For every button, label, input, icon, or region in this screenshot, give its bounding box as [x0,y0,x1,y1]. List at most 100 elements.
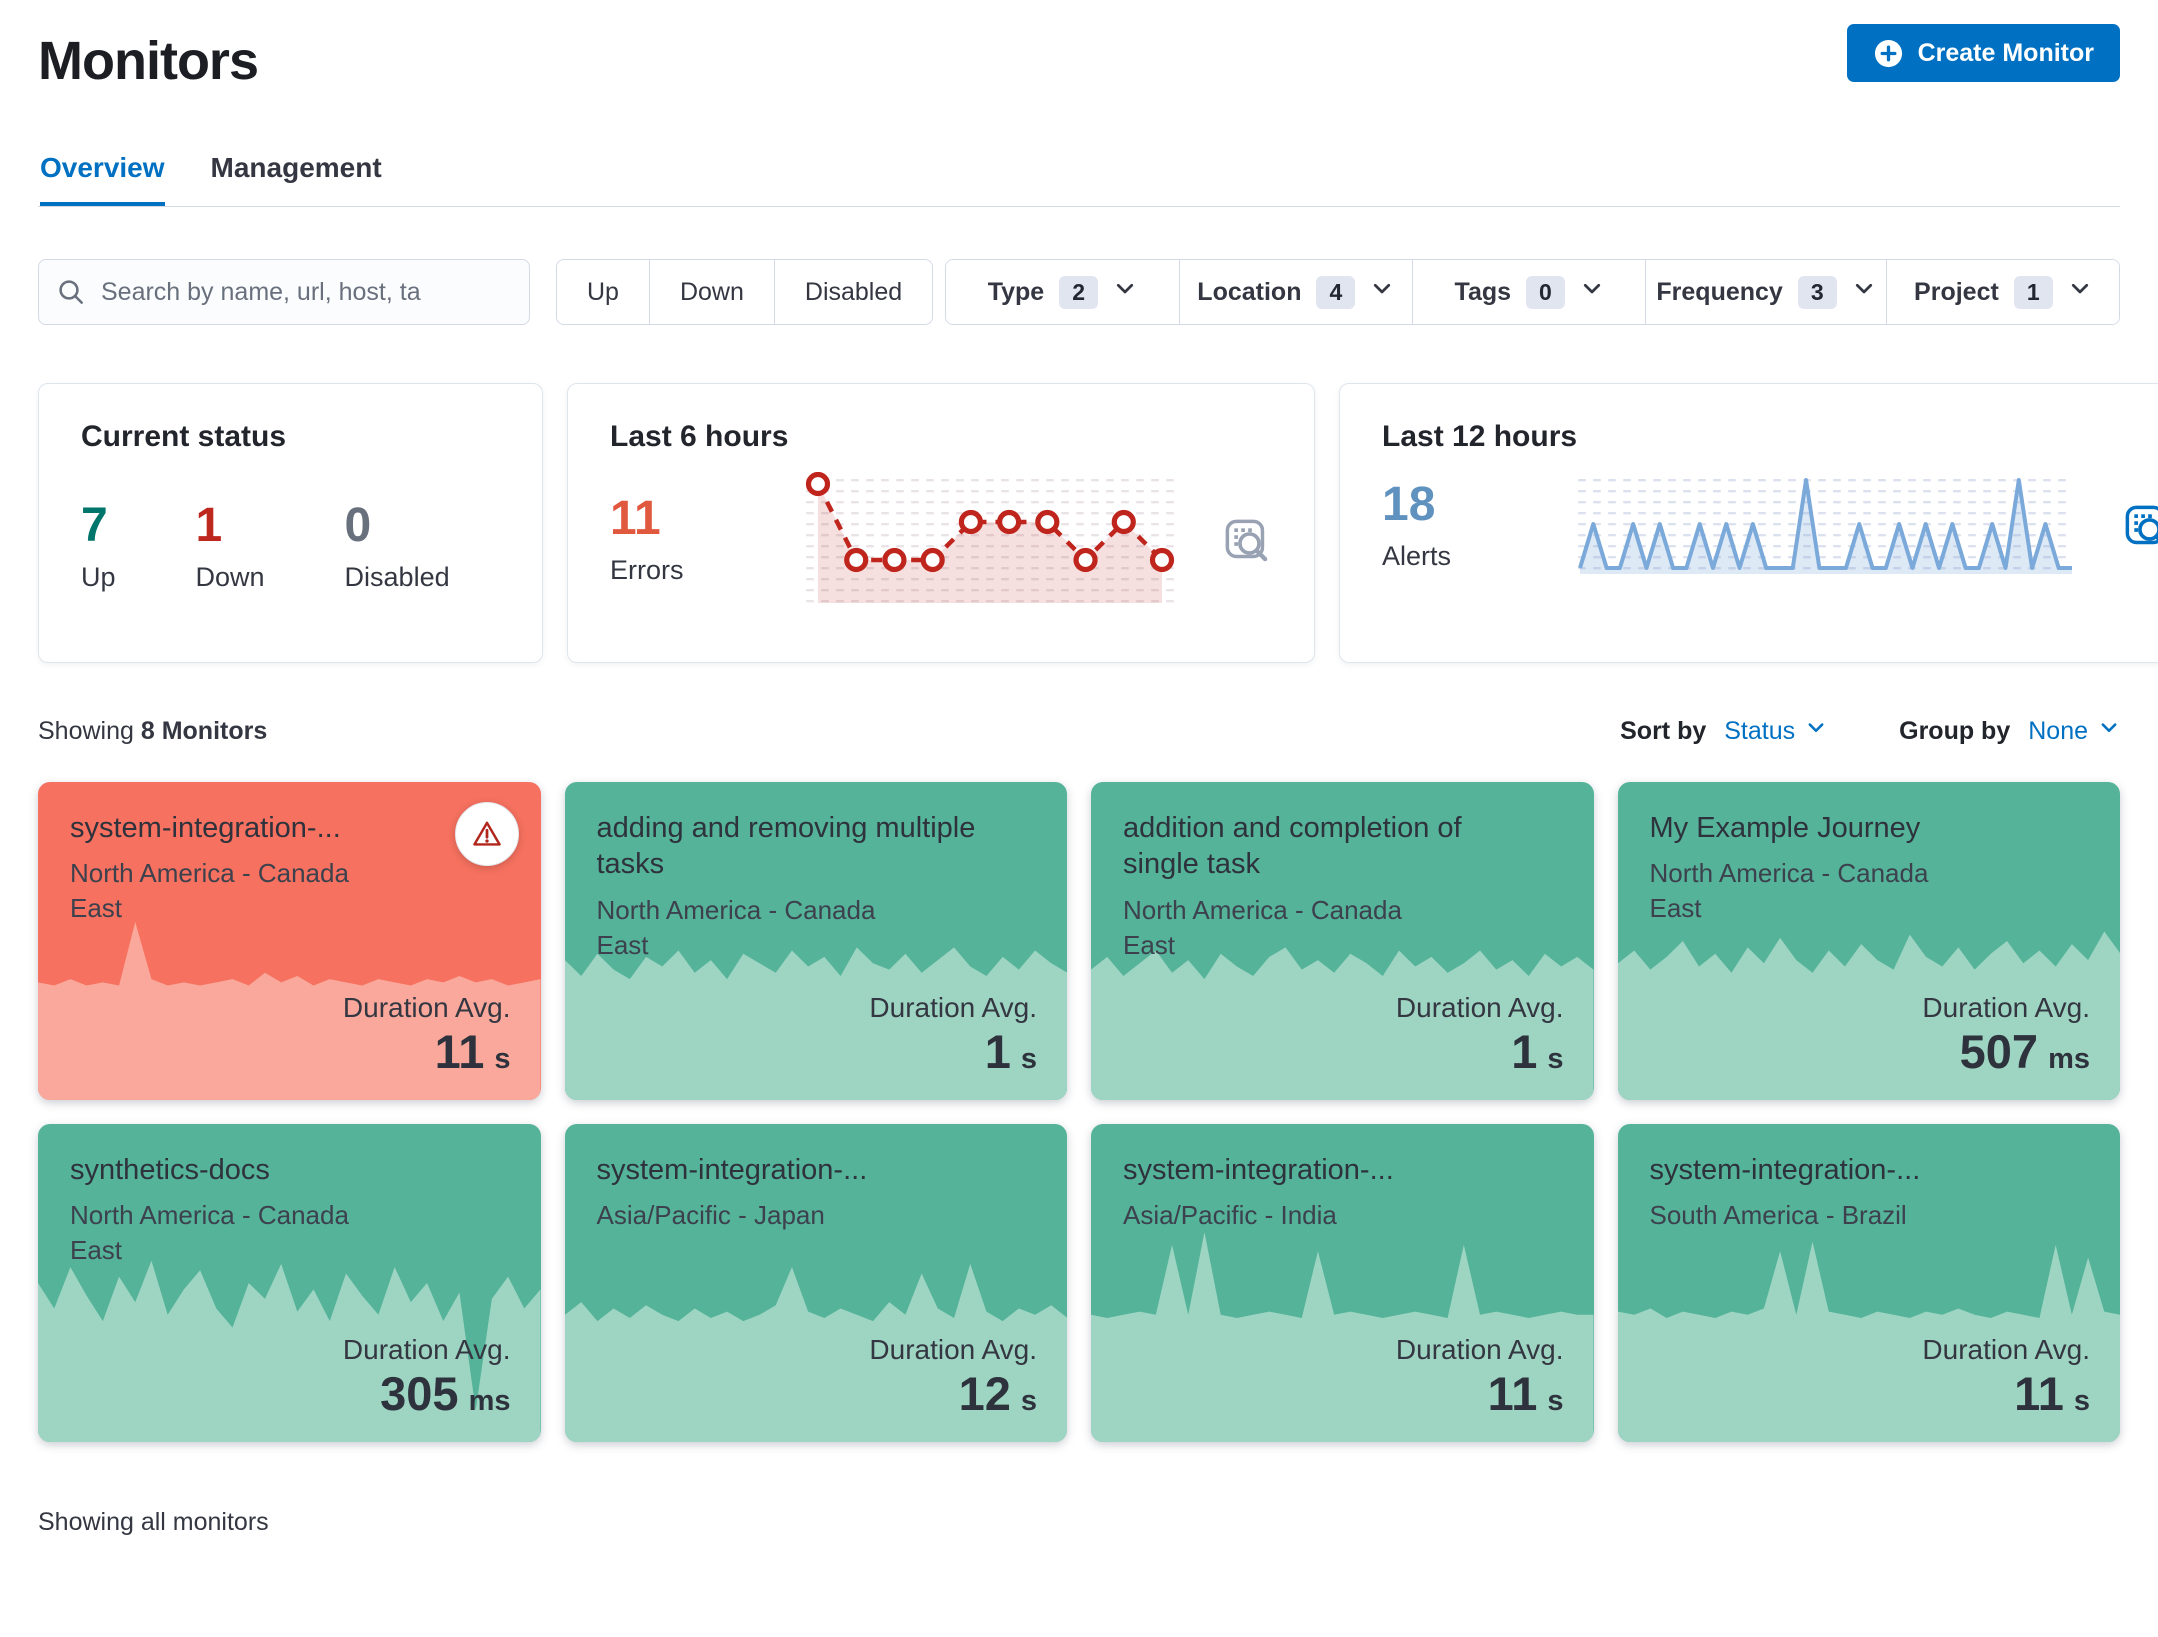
sort-by-value: Status [1724,717,1795,746]
chevron-down-icon [2098,717,2120,746]
last-6-hours-title: Last 6 hours [610,420,1272,454]
stat-disabled: 0 Disabled [345,502,450,593]
stat-down-value: 1 [196,502,265,550]
last-12-hours-title: Last 12 hours [1382,420,2158,454]
duration-value: 11 s [1922,1370,2090,1418]
duration-unit: s [1547,1043,1563,1076]
monitor-title: My Example Journey [1650,810,2053,846]
stat-up-value: 7 [81,502,116,550]
inspect-icon[interactable] [2120,500,2158,552]
filter-tags-count-badge: 0 [1526,276,1565,309]
last-12-hours-body: 18 Alerts [1382,472,2158,580]
monitor-title: system-integration-... [70,810,473,846]
monitor-location: North America - Canada East [70,856,377,926]
showing-count: Showing 8 Monitors [38,717,267,746]
duration-number: 1 [985,1028,1011,1075]
errors-value: 11 [610,495,760,543]
duration-number: 1 [1511,1028,1537,1075]
duration-value: 11 s [1396,1370,1564,1418]
filter-type-label: Type [988,278,1045,307]
search-input[interactable] [99,277,513,308]
duration-number: 305 [380,1370,458,1417]
filter-location-count-badge: 4 [1316,276,1355,309]
monitor-card[interactable]: system-integration-... South America - B… [1618,1124,2121,1442]
summary-row: Current status 7 Up 1 Down 0 Disabled La… [38,383,2120,663]
filter-project-button[interactable]: Project 1 [1886,260,2119,324]
duration-unit: ms [469,1385,511,1418]
monitor-location: Asia/Pacific - Japan [597,1198,904,1233]
stat-disabled-value: 0 [345,502,450,550]
filter-project-label: Project [1914,278,1999,307]
chevron-down-icon [1805,717,1827,746]
list-controls: Sort by Status Group by None [1620,717,2120,746]
monitor-card[interactable]: system-integration-... Asia/Pacific - In… [1091,1124,1594,1442]
filter-type-button[interactable]: Type 2 [946,260,1178,324]
monitors-page: Monitors Create Monitor Overview Managem… [0,0,2158,1637]
monitor-location: North America - Canada East [70,1198,377,1268]
chevron-down-icon [2068,277,2092,308]
duration-label: Duration Avg. [343,1334,511,1366]
sort-by-select[interactable]: Status [1724,717,1827,746]
duration-block: Duration Avg. 12 s [869,1334,1037,1418]
filter-frequency-button[interactable]: Frequency 3 [1645,260,1885,324]
duration-value: 1 s [869,1028,1037,1076]
tab-management[interactable]: Management [211,152,382,206]
tabs: Overview Management [38,152,2120,207]
duration-block: Duration Avg. 507 ms [1922,992,2090,1076]
chevron-down-icon [1113,277,1137,308]
inspect-icon[interactable] [1220,514,1272,566]
last-6-hours-body: 11 Errors [610,472,1272,608]
down-warning-badge [455,802,519,866]
filter-tags-button[interactable]: Tags 0 [1412,260,1645,324]
monitor-location: Asia/Pacific - India [1123,1198,1430,1233]
tab-overview[interactable]: Overview [40,152,165,206]
alerts-label: Alerts [1382,541,1532,572]
group-by-value: None [2028,717,2088,746]
duration-block: Duration Avg. 11 s [1922,1334,2090,1418]
errors-sparkline-chart [804,472,1176,608]
duration-unit: ms [2048,1043,2090,1076]
filter-disabled-button[interactable]: Disabled [774,260,932,324]
duration-label: Duration Avg. [1922,992,2090,1024]
last-6-hours-card: Last 6 hours 11 Errors [567,383,1315,663]
monitor-card[interactable]: My Example Journey North America - Canad… [1618,782,2121,1100]
alerts-value: 18 [1382,481,1532,529]
filter-down-button[interactable]: Down [649,260,774,324]
monitor-location: North America - Canada East [1123,893,1430,963]
create-monitor-button[interactable]: Create Monitor [1847,24,2120,82]
status-filter-group: Up Down Disabled [556,259,933,325]
duration-label: Duration Avg. [1396,1334,1564,1366]
duration-label: Duration Avg. [1922,1334,2090,1366]
monitor-title: system-integration-... [1650,1152,2053,1188]
monitor-location: North America - Canada East [597,893,904,963]
filter-up-button[interactable]: Up [557,260,649,324]
duration-unit: s [2074,1385,2090,1418]
plus-in-circle-icon [1873,38,1904,69]
monitor-card[interactable]: addition and completion of single task N… [1091,782,1594,1100]
monitor-card[interactable]: adding and removing multiple tasks North… [565,782,1068,1100]
warning-triangle-icon [470,817,504,851]
duration-value: 507 ms [1922,1028,2090,1076]
duration-number: 12 [959,1370,1011,1417]
footer-status: Showing all monitors [38,1508,2120,1537]
filter-type-count-badge: 2 [1059,276,1098,309]
monitor-location: North America - Canada East [1650,856,1957,926]
filter-project-count-badge: 1 [2014,276,2053,309]
filter-frequency-count-badge: 3 [1798,276,1837,309]
last-12-hours-card: Last 12 hours 18 Alerts [1339,383,2158,663]
stat-disabled-label: Disabled [345,562,450,593]
duration-value: 12 s [869,1370,1037,1418]
duration-number: 11 [2014,1370,2064,1417]
search-icon [55,276,87,308]
group-by-select[interactable]: None [2028,717,2120,746]
filter-location-button[interactable]: Location 4 [1179,260,1412,324]
page-header: Monitors Create Monitor [38,24,2120,92]
filters-group: Type 2 Location 4 Tags 0 Frequency 3 Pro… [945,259,2120,325]
monitor-card[interactable]: system-integration-... North America - C… [38,782,541,1100]
stat-up: 7 Up [81,502,116,593]
showing-prefix: Showing [38,717,134,745]
stat-down-label: Down [196,562,265,593]
monitor-card[interactable]: synthetics-docs North America - Canada E… [38,1124,541,1442]
filter-location-label: Location [1197,278,1301,307]
monitor-card[interactable]: system-integration-... Asia/Pacific - Ja… [565,1124,1068,1442]
